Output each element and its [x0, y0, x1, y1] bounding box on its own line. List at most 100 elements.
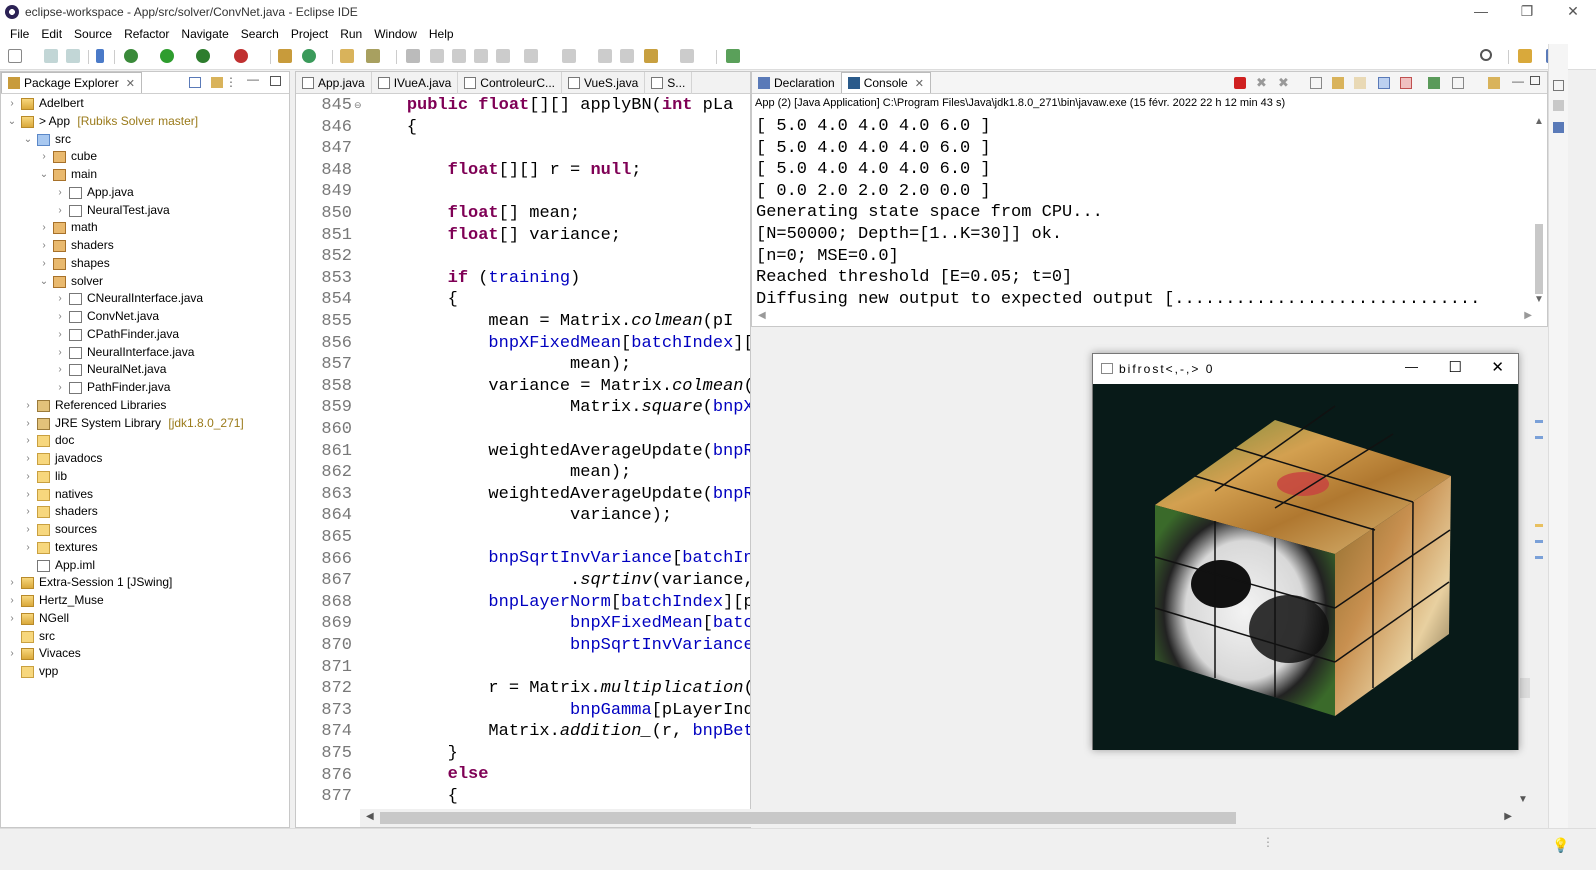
overview-ruler-mark[interactable] [1535, 420, 1543, 423]
console-output[interactable]: [ 5.0 4.0 4.0 4.0 6.0 ][ 5.0 4.0 4.0 4.0… [756, 116, 1480, 310]
overview-ruler-mark[interactable] [1535, 556, 1543, 559]
link-with-editor-icon[interactable] [211, 77, 223, 88]
minimize-view-icon[interactable]: — [247, 72, 259, 86]
tree-item[interactable]: App.iml [1, 557, 289, 575]
tab-ivuea-java[interactable]: IVueA.java [372, 72, 459, 94]
overview-ruler-mark[interactable] [1535, 436, 1543, 439]
close-icon[interactable]: ✕ [126, 77, 135, 90]
open-type-icon[interactable] [340, 49, 354, 63]
display-console-icon[interactable] [1452, 77, 1464, 89]
previous-annotation-icon[interactable] [562, 49, 576, 63]
search-tool-icon[interactable] [366, 49, 380, 63]
chevron-right-icon[interactable]: › [55, 326, 65, 344]
skip-breakpoints-icon[interactable] [96, 49, 104, 63]
task-list-icon[interactable] [1553, 122, 1564, 133]
close-icon[interactable]: ✕ [915, 77, 924, 90]
save-icon[interactable] [44, 49, 58, 63]
chevron-right-icon[interactable]: › [55, 379, 65, 397]
new-class-icon[interactable] [302, 49, 316, 63]
tree-item[interactable]: vpp [1, 663, 289, 681]
restore-button[interactable]: ❐ [1504, 0, 1550, 24]
code-area[interactable]: public float[][] applyBN(int pLa { float… [366, 95, 750, 808]
tab-app-java[interactable]: App.java [296, 72, 372, 94]
search-icon[interactable] [1480, 49, 1492, 61]
tree-item[interactable]: › sources [1, 521, 289, 539]
tab-controleurc-java[interactable]: ControleurC... [458, 72, 562, 94]
chevron-right-icon[interactable]: › [23, 397, 33, 415]
bifrost-close-button[interactable]: ✕ [1491, 358, 1504, 376]
chevron-right-icon[interactable]: › [23, 539, 33, 557]
cube-viewport[interactable] [1093, 384, 1518, 750]
debug-icon[interactable] [124, 49, 138, 63]
console-horizontal-scrollbar[interactable]: ◀ ▶ [754, 310, 1532, 324]
tab-declaration[interactable]: Declaration [752, 72, 841, 93]
tree-item[interactable]: › NeuralInterface.java [1, 344, 289, 362]
toggle-block-selection-icon[interactable] [430, 49, 444, 63]
chevron-right-icon[interactable]: › [55, 361, 65, 379]
tree-item[interactable]: › cube [1, 148, 289, 166]
forward-icon[interactable] [680, 49, 694, 63]
chevron-right-icon[interactable]: › [39, 148, 49, 166]
menu-refactor[interactable]: Refactor [118, 27, 175, 41]
fold-icon[interactable]: ⊖ [354, 100, 362, 111]
chevron-right-icon[interactable]: › [23, 486, 33, 504]
tree-item[interactable]: › Extra-Session 1 [JSwing] [1, 574, 289, 592]
menu-navigate[interactable]: Navigate [175, 27, 234, 41]
pin-console-icon[interactable] [1428, 77, 1440, 89]
menu-edit[interactable]: Edit [35, 27, 68, 41]
show-stdout-icon[interactable] [1378, 77, 1390, 89]
chevron-right-icon[interactable]: › [23, 450, 33, 468]
chevron-right-icon[interactable]: › [55, 344, 65, 362]
chevron-right-icon[interactable]: › [7, 645, 17, 663]
chevron-right-icon[interactable]: › [39, 219, 49, 237]
tree-item[interactable]: › JRE System Library [jdk1.8.0_271] [1, 415, 289, 433]
menu-window[interactable]: Window [368, 27, 423, 41]
new-java-project-icon[interactable] [278, 49, 292, 63]
minimize-view-icon[interactable]: — [1512, 74, 1524, 88]
chevron-down-icon[interactable]: ⌄ [39, 273, 49, 291]
tree-item[interactable]: › shaders [1, 237, 289, 255]
tree-item[interactable]: ⌄ main [1, 166, 289, 184]
collapse-all-icon[interactable] [189, 77, 201, 88]
tree-item[interactable]: › shaders [1, 503, 289, 521]
tree-item[interactable]: src [1, 628, 289, 646]
chevron-down-icon[interactable]: ⌄ [23, 131, 33, 149]
clear-console-icon[interactable] [1310, 77, 1322, 89]
bifrost-title-bar[interactable]: bifrost<,-,> 0 — ☐ ✕ [1093, 354, 1518, 384]
tree-item[interactable]: ⌄ solver [1, 273, 289, 291]
new-icon[interactable] [8, 49, 22, 63]
chevron-right-icon[interactable]: › [23, 468, 33, 486]
external-tools-icon[interactable] [234, 49, 248, 63]
coverage-icon[interactable] [196, 49, 210, 63]
chevron-right-icon[interactable]: › [23, 521, 33, 539]
editor-scroll-down-icon[interactable]: ▼ [1518, 794, 1528, 805]
maximize-view-icon[interactable] [270, 76, 281, 86]
tree-item[interactable]: ⌄ > App [Rubiks Solver master] [1, 113, 289, 131]
back-icon[interactable] [644, 49, 658, 63]
tree-item[interactable]: ⌄ src [1, 131, 289, 149]
overview-ruler-mark[interactable] [1535, 524, 1543, 527]
chevron-down-icon[interactable]: ⌄ [7, 113, 17, 131]
chevron-right-icon[interactable]: › [7, 592, 17, 610]
tree-item[interactable]: › Hertz_Muse [1, 592, 289, 610]
close-button[interactable]: ✕ [1550, 0, 1596, 24]
tree-item[interactable]: › Vivaces [1, 645, 289, 663]
pin-editor-icon[interactable] [726, 49, 740, 63]
menu-search[interactable]: Search [235, 27, 285, 41]
chevron-down-icon[interactable]: ⌄ [39, 166, 49, 184]
minimize-button[interactable]: — [1458, 0, 1504, 24]
overview-ruler-mark[interactable] [1535, 540, 1543, 543]
show-stderr-icon[interactable] [1400, 77, 1412, 89]
menu-run[interactable]: Run [334, 27, 368, 41]
tab-vues-java[interactable]: VueS.java [562, 72, 646, 94]
word-wrap-icon[interactable] [452, 49, 466, 63]
tree-item[interactable]: › javadocs [1, 450, 289, 468]
menu-project[interactable]: Project [285, 27, 334, 41]
tree-item[interactable]: › doc [1, 432, 289, 450]
terminate-icon[interactable] [1234, 77, 1246, 89]
toggle-mark-occurrences-icon[interactable] [406, 49, 420, 63]
chevron-right-icon[interactable]: › [55, 202, 65, 220]
run-icon[interactable] [160, 49, 174, 63]
chevron-right-icon[interactable]: › [55, 308, 65, 326]
console-vertical-scrollbar[interactable]: ▲ ▼ [1533, 116, 1545, 306]
